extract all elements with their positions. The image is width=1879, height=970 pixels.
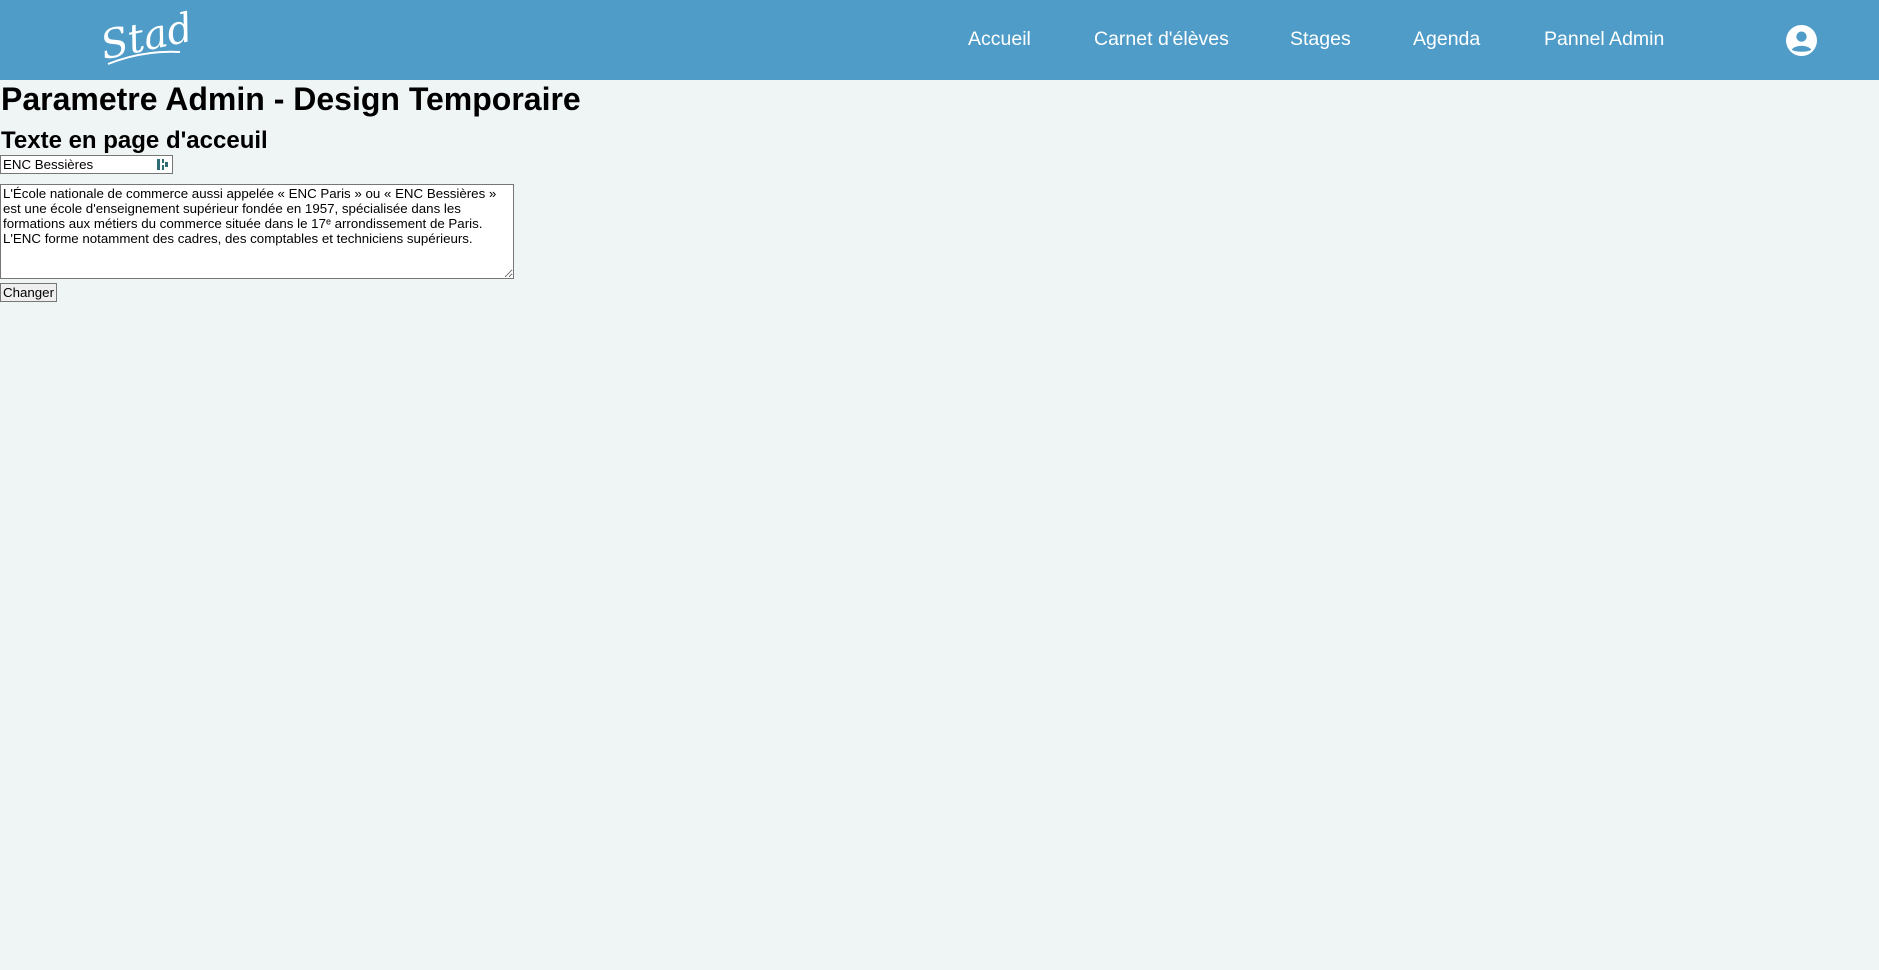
change-button[interactable]: Changer bbox=[0, 283, 58, 302]
nav-pannel-admin[interactable]: Pannel Admin bbox=[1544, 28, 1664, 50]
page-title: Parametre Admin - Design Temporaire bbox=[1, 81, 581, 117]
nav-carnet-eleves[interactable]: Carnet d'élèves bbox=[1094, 28, 1229, 50]
homepage-text-textarea[interactable]: L'École nationale de commerce aussi appe… bbox=[0, 184, 514, 279]
stady-logo[interactable]: Stady bbox=[98, 6, 188, 78]
logo-text: Stady bbox=[98, 6, 188, 69]
nav-stages[interactable]: Stages bbox=[1290, 28, 1351, 50]
nav-accueil[interactable]: Accueil bbox=[968, 28, 1031, 50]
password-manager-icon[interactable] bbox=[156, 158, 169, 171]
account-circle-icon[interactable] bbox=[1786, 25, 1817, 56]
top-navbar: Stady Accueil Carnet d'élèves Stages Age… bbox=[0, 0, 1879, 80]
title-field-wrapper bbox=[0, 155, 173, 174]
title-input[interactable] bbox=[1, 156, 151, 173]
section-title: Texte en page d'acceuil bbox=[1, 127, 268, 154]
nav-agenda[interactable]: Agenda bbox=[1413, 28, 1480, 50]
